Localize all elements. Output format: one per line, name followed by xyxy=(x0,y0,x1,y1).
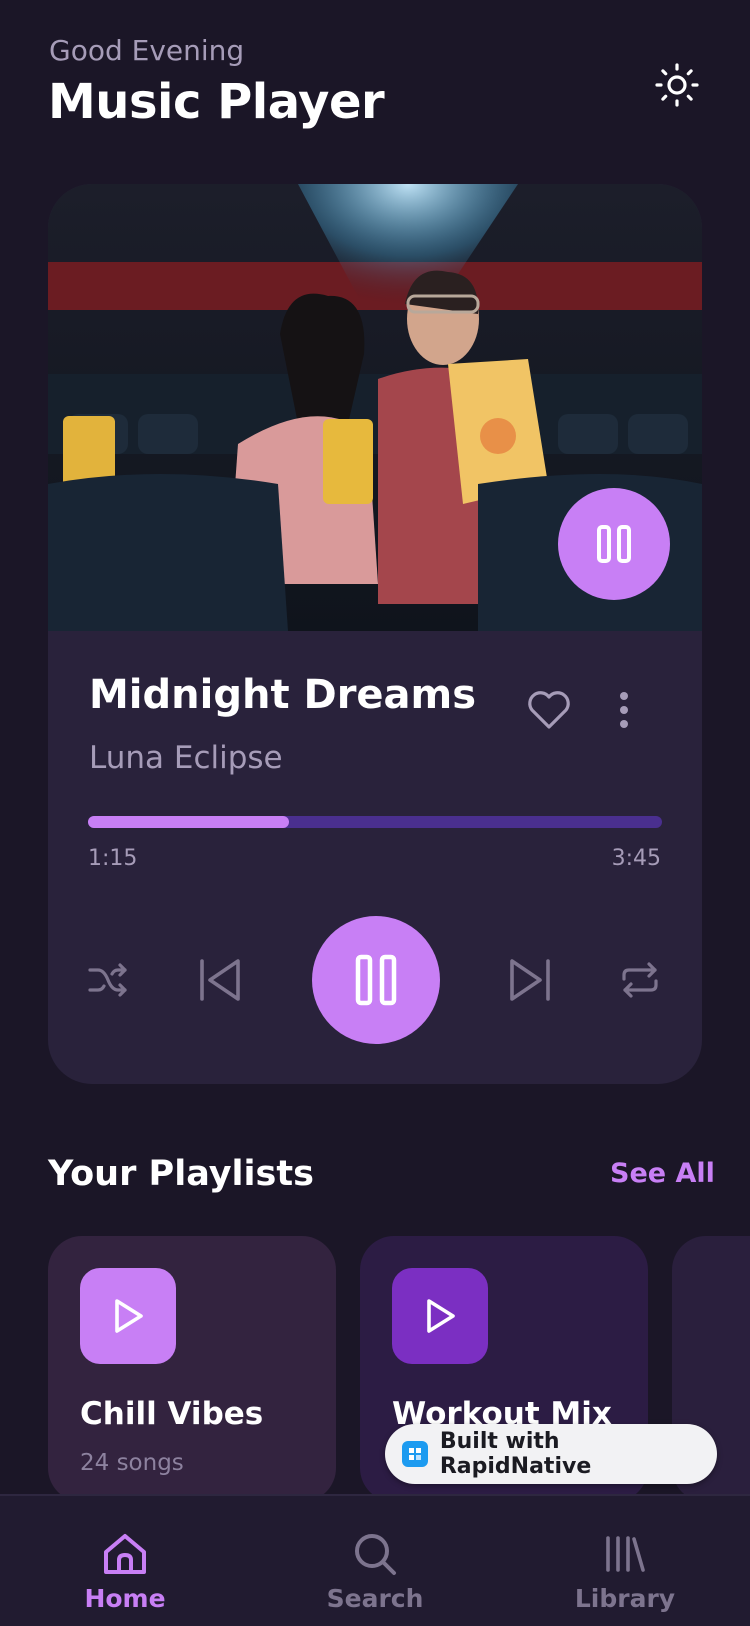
home-icon xyxy=(101,1530,149,1578)
see-all-link[interactable]: See All xyxy=(610,1158,715,1189)
previous-button[interactable] xyxy=(194,954,246,1006)
playlist-song-count: 24 songs xyxy=(80,1450,184,1476)
more-vertical-icon xyxy=(620,692,628,728)
repeat-button[interactable] xyxy=(616,956,664,1004)
current-time: 1:15 xyxy=(88,846,138,871)
nav-label: Search xyxy=(326,1584,424,1613)
playlist-play-button[interactable] xyxy=(80,1268,176,1364)
pause-icon xyxy=(597,525,631,563)
favorite-button[interactable] xyxy=(524,686,574,734)
search-icon xyxy=(351,1530,399,1578)
built-with-badge[interactable]: Built with RapidNative xyxy=(385,1424,717,1484)
play-pause-button[interactable] xyxy=(312,916,440,1044)
play-icon xyxy=(427,1299,455,1333)
progress-bar[interactable] xyxy=(88,816,662,828)
total-time: 3:45 xyxy=(611,846,661,871)
shuffle-button[interactable] xyxy=(84,956,132,1004)
nav-item-home[interactable]: Home xyxy=(25,1496,225,1626)
nav-item-library[interactable]: Library xyxy=(525,1496,725,1626)
badge-label: Built with RapidNative xyxy=(439,1429,592,1479)
theme-toggle-button[interactable] xyxy=(650,58,704,112)
nav-label: Home xyxy=(84,1584,166,1613)
shuffle-icon xyxy=(88,963,127,997)
playlist-name: Chill Vibes xyxy=(80,1396,264,1432)
nav-label: Library xyxy=(574,1584,676,1613)
artist-name: Luna Eclipse xyxy=(89,740,283,776)
skip-forward-icon xyxy=(510,959,550,1001)
greeting-text: Good Evening xyxy=(49,34,245,67)
heart-icon xyxy=(528,691,570,729)
song-title: Midnight Dreams xyxy=(89,672,477,718)
progress-fill xyxy=(88,816,289,828)
playlist-play-button[interactable] xyxy=(392,1268,488,1364)
bottom-nav: Home Search Library xyxy=(0,1494,750,1626)
sun-icon xyxy=(655,63,699,107)
pause-icon xyxy=(355,954,397,1006)
skip-back-icon xyxy=(200,959,240,1001)
play-icon xyxy=(115,1299,143,1333)
rapidnative-logo-icon xyxy=(402,1441,428,1467)
album-art-pause-button[interactable] xyxy=(558,488,670,600)
playlist-card[interactable]: Chill Vibes 24 songs xyxy=(48,1236,336,1502)
more-options-button[interactable] xyxy=(608,686,640,734)
next-button[interactable] xyxy=(504,954,556,1006)
page-title: Music Player xyxy=(48,74,385,130)
repeat-icon xyxy=(622,962,658,998)
nav-item-search[interactable]: Search xyxy=(275,1496,475,1626)
library-icon xyxy=(601,1530,649,1578)
playlists-heading: Your Playlists xyxy=(48,1154,314,1194)
